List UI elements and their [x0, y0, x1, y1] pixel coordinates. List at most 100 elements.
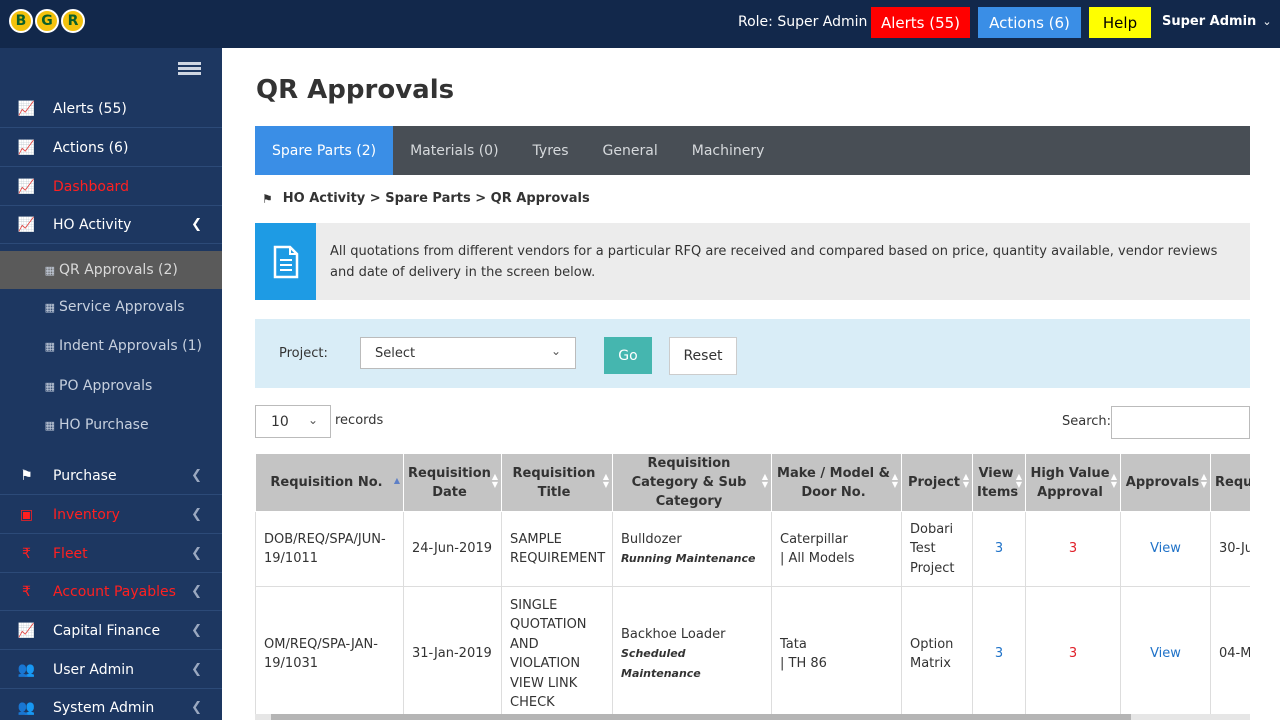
cell-requ: 04-M	[1210, 586, 1250, 715]
horizontal-scrollbar[interactable]	[255, 714, 1250, 720]
chevron-left-icon: ❮	[191, 546, 202, 561]
tab-spare-parts[interactable]: Spare Parts (2)	[255, 126, 394, 175]
sort-icon: ▲ ▼	[962, 472, 969, 489]
table-row: OM/REQ/SPA-JAN-19/1031 31-Jan-2019 SINGL…	[255, 586, 1250, 715]
col-high-value-approval[interactable]: High Value Approval ▲ ▼	[1025, 453, 1121, 512]
tab-machinery[interactable]: Machinery	[675, 126, 782, 175]
chevron-left-icon: ❮	[191, 217, 202, 232]
sidebar-subitem-indent-approvals[interactable]: ▦ Indent Approvals (1)	[0, 327, 222, 365]
tab-general[interactable]: General	[586, 126, 675, 175]
cell-title: SINGLE QUOTATION AND VIOLATION VIEW LINK…	[501, 586, 613, 715]
help-button[interactable]: Help	[1089, 7, 1151, 38]
tab-tyres[interactable]: Tyres	[516, 126, 586, 175]
rupee-icon: ₹	[22, 583, 31, 600]
chart-icon: 📈	[17, 139, 36, 156]
sidebar-item-label: Capital Finance	[53, 622, 161, 639]
col-project[interactable]: Project ▲ ▼	[901, 453, 973, 512]
sidebar-subitem-po-approvals[interactable]: ▦ PO Approvals	[0, 367, 222, 405]
bar-chart-icon: ▦	[44, 263, 55, 277]
tab-materials[interactable]: Materials (0)	[393, 126, 515, 175]
role-label: Role: Super Admin	[738, 14, 868, 30]
cell-title: SAMPLE REQUIREMENT	[501, 511, 613, 587]
sort-icon: ▲ ▼	[1015, 472, 1022, 489]
cell-req-no: OM/REQ/SPA-JAN-19/1031	[255, 586, 404, 715]
sidebar-item-capital-finance[interactable]: 📈 Capital Finance ❮	[0, 612, 222, 650]
chart-icon: 📈	[17, 622, 36, 639]
chevron-down-icon: ⌄	[550, 344, 561, 358]
page-title: QR Approvals	[256, 75, 455, 105]
cell-req-no: DOB/REQ/SPA/JUN-19/1011	[255, 511, 404, 587]
cell-high-value: 3	[1025, 511, 1121, 587]
records-label: records	[335, 413, 384, 428]
sidebar-item-fleet[interactable]: ₹ Fleet ❮	[0, 535, 222, 573]
sidebar-subitem-ho-purchase[interactable]: ▦ HO Purchase	[0, 406, 222, 444]
high-value-link[interactable]: 3	[1069, 646, 1077, 661]
search-input[interactable]	[1111, 406, 1250, 439]
view-approvals-link[interactable]: View	[1150, 646, 1181, 661]
sidebar-item-account-payables[interactable]: ₹ Account Payables ❮	[0, 573, 222, 611]
alerts-button[interactable]: Alerts (55)	[871, 7, 970, 38]
bar-chart-icon: ▦	[44, 418, 55, 432]
sidebar-item-inventory[interactable]: ▣ Inventory ❮	[0, 496, 222, 534]
col-requisition-title[interactable]: Requisition Title ▲ ▼	[501, 453, 613, 512]
sort-icon: ▲ ▼	[1200, 472, 1207, 489]
col-make-model[interactable]: Make / Model & Door No. ▲ ▼	[771, 453, 902, 512]
go-button[interactable]: Go	[604, 337, 652, 374]
chevron-down-icon: ⌄	[1262, 15, 1272, 28]
chevron-left-icon: ❮	[191, 623, 202, 638]
col-view-items[interactable]: View Items ▲ ▼	[972, 453, 1026, 512]
hamburger-menu-icon[interactable]	[178, 62, 201, 80]
sidebar-item-ho-activity[interactable]: 📈 HO Activity ❮	[0, 206, 222, 244]
cell-category: Bulldozer Running Maintenance	[612, 511, 772, 587]
flag-icon: ⚑	[20, 467, 33, 484]
sidebar-subitem-qr-approvals[interactable]: ▦ QR Approvals (2)	[0, 251, 222, 289]
sidebar-subitem-label: PO Approvals	[59, 378, 153, 394]
sidebar-subitem-label: Indent Approvals (1)	[59, 338, 203, 354]
table-row: DOB/REQ/SPA/JUN-19/1011 24-Jun-2019 SAMP…	[255, 511, 1250, 587]
document-icon	[255, 223, 316, 300]
subcategory-text: Scheduled Maintenance	[621, 647, 701, 680]
chart-icon: 📈	[17, 100, 36, 117]
view-items-link[interactable]: 3	[995, 541, 1003, 556]
sidebar-item-label: Actions (6)	[53, 139, 129, 156]
chart-icon: 📈	[17, 178, 36, 195]
filter-panel: Project: Select ⌄ Go Reset	[255, 319, 1250, 388]
sidebar-item-label: Inventory	[53, 506, 120, 523]
cell-approvals: View	[1120, 511, 1211, 587]
sidebar-item-dashboard[interactable]: 📈 Dashboard	[0, 168, 222, 206]
sidebar-item-purchase[interactable]: ⚑ Purchase ❮	[0, 457, 222, 495]
sidebar-item-system-admin[interactable]: 👥 System Admin ❮	[0, 689, 222, 720]
sidebar-item-alerts[interactable]: 📈 Alerts (55)	[0, 90, 222, 128]
scrollbar-thumb[interactable]	[271, 714, 1131, 720]
sidebar-subitem-label: HO Purchase	[59, 417, 149, 433]
col-requ[interactable]: Requ	[1210, 453, 1250, 512]
actions-button[interactable]: Actions (6)	[978, 7, 1081, 38]
col-requisition-date[interactable]: Requisition Date ▲ ▼	[403, 453, 502, 512]
sidebar-item-label: HO Activity	[53, 216, 132, 233]
high-value-link[interactable]: 3	[1069, 541, 1077, 556]
project-select[interactable]: Select ⌄	[360, 337, 576, 369]
sidebar-item-actions[interactable]: 📈 Actions (6)	[0, 129, 222, 167]
records-per-page-select[interactable]: 10 ⌄	[255, 405, 331, 438]
view-approvals-link[interactable]: View	[1150, 541, 1181, 556]
make-text: Caterpillar	[780, 531, 848, 547]
col-requisition-category[interactable]: Requisition Category & Sub Category ▲ ▼	[612, 453, 772, 512]
sidebar-item-label: Account Payables	[53, 583, 176, 600]
view-items-link[interactable]: 3	[995, 646, 1003, 661]
reset-button[interactable]: Reset	[669, 337, 737, 375]
search-label: Search:	[1062, 414, 1112, 429]
col-approvals[interactable]: Approvals ▲ ▼	[1120, 453, 1211, 512]
sidebar-item-user-admin[interactable]: 👥 User Admin ❮	[0, 651, 222, 689]
cell-make: Caterpillar | All Models	[771, 511, 902, 587]
sidebar-subitem-service-approvals[interactable]: ▦ Service Approvals	[0, 288, 222, 326]
sidebar-subitem-label: QR Approvals (2)	[59, 262, 178, 278]
info-text: All quotations from different vendors fo…	[330, 244, 1218, 280]
sort-icon: ▲ ▼	[761, 472, 768, 489]
sort-icon: ▲ ▼	[1110, 472, 1117, 489]
cell-view-items: 3	[972, 511, 1026, 587]
chevron-left-icon: ❮	[191, 662, 202, 677]
category-text: Backhoe Loader	[621, 626, 726, 642]
col-requisition-no[interactable]: Requisition No. ▲	[255, 453, 404, 512]
user-menu[interactable]: Super Admin ⌄	[1162, 14, 1272, 29]
bgr-logo[interactable]: B G R	[8, 7, 86, 35]
